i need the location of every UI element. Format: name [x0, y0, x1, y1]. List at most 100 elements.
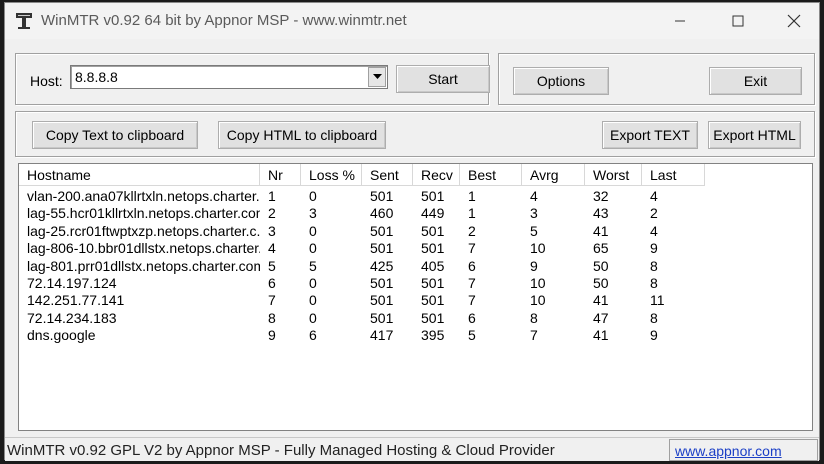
cell-hostname: dns.google [27, 327, 96, 344]
table-row[interactable]: 72.14.197.124 6 0 501 501 7 10 50 8 [19, 275, 812, 292]
table-row[interactable]: lag-806-10.bbr01dllstx.netops.charter...… [19, 240, 812, 257]
cell-worst: 47 [593, 309, 609, 326]
column-header-worst[interactable]: Worst [585, 164, 642, 186]
cell-avrg: 10 [530, 275, 546, 291]
cell-sent: 501 [370, 222, 394, 239]
cell-best: 1 [468, 188, 476, 204]
close-icon [787, 14, 801, 28]
copy-text-button[interactable]: Copy Text to clipboard [32, 121, 198, 149]
cell-recv: 449 [421, 205, 445, 222]
cell-recv: 395 [421, 327, 445, 344]
appnor-link[interactable]: www.appnor.com [669, 439, 818, 461]
winmtr-app-icon [16, 13, 32, 29]
column-header-best[interactable]: Best [460, 164, 522, 186]
close-button[interactable] [765, 3, 823, 39]
table-row[interactable]: lag-55.hcr01kllrtxln.netops.charter.com 2… [19, 205, 812, 222]
cell-best: 6 [468, 309, 476, 326]
cell-sent: 425 [370, 257, 394, 274]
cell-last: 9 [650, 240, 658, 257]
maximize-button[interactable] [709, 3, 767, 39]
window-title: WinMTR v0.92 64 bit by Appnor MSP - www.… [41, 12, 407, 29]
cell-nr: 1 [268, 188, 276, 204]
cell-recv: 405 [421, 257, 445, 274]
cell-nr: 6 [268, 275, 276, 291]
cell-nr: 9 [268, 327, 276, 344]
cell-hostname: lag-806-10.bbr01dllstx.netops.charter... [27, 240, 260, 257]
cell-recv: 501 [421, 188, 445, 204]
column-header-avrg[interactable]: Avrg [522, 164, 585, 186]
cell-avrg: 9 [530, 257, 538, 274]
cell-last: 8 [650, 275, 658, 291]
cell-hostname: lag-55.hcr01kllrtxln.netops.charter.com [27, 205, 260, 222]
cell-sent: 501 [370, 309, 394, 326]
cell-loss: 0 [309, 222, 317, 239]
column-header-last[interactable]: Last [642, 164, 705, 186]
cell-avrg: 10 [530, 240, 546, 257]
cell-sent: 501 [370, 240, 394, 257]
cell-sent: 417 [370, 327, 394, 344]
start-button[interactable]: Start [396, 65, 490, 93]
cell-sent: 501 [370, 188, 394, 204]
cell-hostname: 142.251.77.141 [27, 292, 125, 309]
results-table[interactable]: Hostname Nr Loss % Sent Recv Best Avrg Worst Las… [18, 163, 813, 431]
status-bar: WinMTR v0.92 GPL V2 by Appnor MSP - Full… [5, 437, 819, 461]
host-dropdown-button[interactable] [368, 67, 386, 87]
table-row[interactable]: dns.google 9 6 417 395 5 7 41 9 [19, 327, 812, 344]
table-row[interactable]: vlan-200.ana07kllrtxln.netops.charter...… [19, 188, 812, 205]
copy-html-button[interactable]: Copy HTML to clipboard [218, 121, 386, 149]
table-row[interactable]: lag-801.prr01dllstx.netops.charter.com 5 5… [19, 257, 812, 275]
chevron-down-icon [372, 74, 382, 79]
column-header-loss[interactable]: Loss % [301, 164, 362, 186]
status-text: WinMTR v0.92 GPL V2 by Appnor MSP - Full… [7, 442, 555, 459]
cell-last: 4 [650, 188, 658, 204]
cell-last: 2 [650, 205, 658, 222]
cell-best: 1 [468, 205, 476, 222]
table-row[interactable]: 72.14.234.183 8 0 501 501 6 8 47 8 [19, 309, 812, 327]
exit-button[interactable]: Exit [709, 67, 802, 95]
cell-avrg: 3 [530, 205, 538, 222]
cell-avrg: 10 [530, 292, 546, 309]
host-group: Host: 8.8.8.8 Start [15, 53, 490, 105]
cell-last: 9 [650, 327, 658, 344]
cell-avrg: 7 [530, 327, 538, 344]
cell-nr: 5 [268, 257, 276, 274]
cell-sent: 501 [370, 292, 394, 309]
export-text-button[interactable]: Export TEXT [602, 121, 698, 149]
cell-hostname: vlan-200.ana07kllrtxln.netops.charter... [27, 188, 260, 204]
appnor-link-text[interactable]: www.appnor.com [675, 443, 782, 459]
cell-worst: 50 [593, 257, 609, 274]
cell-nr: 3 [268, 222, 276, 239]
cell-avrg: 8 [530, 309, 538, 326]
cell-best: 7 [468, 292, 476, 309]
host-input[interactable]: 8.8.8.8 [75, 69, 118, 85]
export-html-button[interactable]: Export HTML [708, 121, 801, 149]
title-bar[interactable]: WinMTR v0.92 64 bit by Appnor MSP - www.… [5, 3, 819, 39]
cell-last: 4 [650, 222, 658, 239]
cell-hostname: lag-25.rcr01ftwptxzp.netops.charter.c... [27, 222, 260, 239]
column-header-recv[interactable]: Recv [413, 164, 460, 186]
cell-worst: 43 [593, 205, 609, 222]
cell-hostname: lag-801.prr01dllstx.netops.charter.com [27, 257, 260, 274]
cell-best: 6 [468, 257, 476, 274]
minimize-button[interactable] [651, 3, 709, 39]
cell-loss: 0 [309, 188, 317, 204]
cell-loss: 0 [309, 309, 317, 326]
cell-best: 5 [468, 327, 476, 344]
table-row[interactable]: lag-25.rcr01ftwptxzp.netops.charter.c...… [19, 222, 812, 240]
cell-recv: 501 [421, 309, 445, 326]
column-header-nr[interactable]: Nr [260, 164, 301, 186]
table-row[interactable]: 142.251.77.141 7 0 501 501 7 10 41 11 [19, 292, 812, 309]
cell-loss: 0 [309, 275, 317, 291]
winmtr-window: WinMTR v0.92 64 bit by Appnor MSP - www.… [4, 2, 820, 461]
cell-last: 8 [650, 257, 658, 274]
cell-avrg: 5 [530, 222, 538, 239]
cell-worst: 41 [593, 292, 609, 309]
cell-worst: 41 [593, 222, 609, 239]
column-header-sent[interactable]: Sent [362, 164, 413, 186]
cell-worst: 50 [593, 275, 609, 291]
export-group: Copy Text to clipboard Copy HTML to clip… [15, 111, 815, 157]
options-button[interactable]: Options [513, 67, 609, 95]
column-header-hostname[interactable]: Hostname [19, 164, 260, 186]
host-combobox[interactable]: 8.8.8.8 [70, 65, 388, 89]
cell-hostname: 72.14.234.183 [27, 309, 117, 326]
